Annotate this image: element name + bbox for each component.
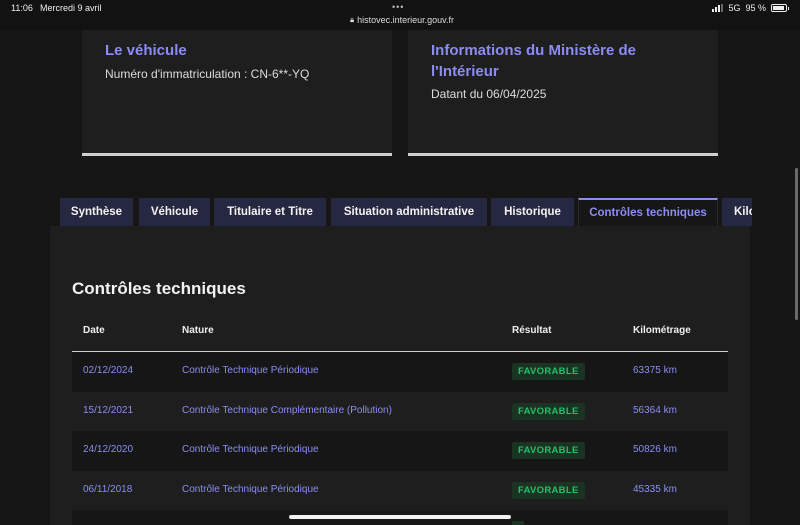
battery-label: 95 % xyxy=(745,3,766,13)
row-date: 15/12/2021 xyxy=(83,404,134,416)
tab-titulaire-titre[interactable]: Titulaire et Titre xyxy=(214,198,326,226)
tab-situation-administrative[interactable]: Situation administrative xyxy=(331,198,487,226)
row-nature: Contrôle Technique Complémentaire (Pollu… xyxy=(182,404,392,416)
tab-controles-techniques[interactable]: Contrôles techniques xyxy=(578,198,718,226)
address-bar[interactable]: histovec.interieur.gouv.fr xyxy=(350,15,454,25)
column-header-nature: Nature xyxy=(182,325,214,336)
row-mileage: 50826 km xyxy=(633,444,677,455)
row-nature: Contrôle Technique Périodique xyxy=(182,444,319,455)
section-title: Contrôles techniques xyxy=(72,279,246,298)
home-indicator[interactable] xyxy=(289,515,511,519)
page-scrollbar[interactable] xyxy=(795,168,798,320)
ministry-card-title: Informations du Ministère de l'Intérieur xyxy=(431,42,637,80)
tab-label: Véhicule xyxy=(150,206,199,218)
more-dots-icon[interactable]: ••• xyxy=(392,2,404,12)
tab-label: Synthèse xyxy=(70,206,123,218)
table-row: 15/12/2021 Contrôle Technique Complément… xyxy=(72,391,728,431)
column-header-mileage: Kilométrage xyxy=(633,325,691,336)
battery-icon xyxy=(771,4,789,12)
row-mileage: 56364 km xyxy=(633,404,677,416)
network-label: 5G xyxy=(728,3,741,13)
tab-label: Titulaire et Titre xyxy=(227,206,313,218)
tab-label: Contrôles techniques xyxy=(589,207,707,219)
status-bar: 11:06 Mercredi 9 avril ••• histovec.inte… xyxy=(0,0,800,30)
url-text: histovec.interieur.gouv.fr xyxy=(357,15,454,25)
ministry-card: Informations du Ministère de l'Intérieur… xyxy=(408,30,718,156)
result-badge-partial xyxy=(512,521,524,525)
row-mileage: 45335 km xyxy=(633,483,677,495)
status-indicators: 5G 95 % xyxy=(712,3,789,13)
table-row: 24/12/2020 Contrôle Technique Périodique… xyxy=(72,431,728,471)
tab-vehicule[interactable]: Véhicule xyxy=(139,198,210,226)
plate-number-text: Numéro d'immatriculation : CN-6**-YQ xyxy=(105,67,310,81)
row-date: 02/12/2024 xyxy=(83,365,134,376)
table-row: 06/11/2018 Contrôle Technique Périodique… xyxy=(72,470,728,510)
result-badge: FAVORABLE xyxy=(512,402,585,420)
vehicle-card-title: Le véhicule xyxy=(105,42,187,59)
signal-icon xyxy=(712,4,724,12)
column-header-result: Résultat xyxy=(512,325,552,336)
table-header: Date Nature Résultat Kilométrage xyxy=(72,318,728,352)
result-badge: FAVORABLE xyxy=(512,363,585,380)
result-badge: FAVORABLE xyxy=(512,442,585,459)
ministry-date-text: Datant du 06/04/2025 xyxy=(431,87,547,101)
row-date: 24/12/2020 xyxy=(83,444,134,455)
tab-kilometrage[interactable]: Kilo xyxy=(722,198,752,226)
result-badge: FAVORABLE xyxy=(512,481,585,499)
column-header-date: Date xyxy=(83,325,105,336)
tab-synthese[interactable]: Synthèse xyxy=(60,198,133,226)
status-time: 11:06 xyxy=(11,3,33,13)
lock-icon xyxy=(350,17,354,23)
vehicle-card: Le véhicule Numéro d'immatriculation : C… xyxy=(82,30,392,156)
tab-label: Situation administrative xyxy=(343,206,475,218)
row-nature: Contrôle Technique Périodique xyxy=(182,483,319,495)
row-date: 06/11/2018 xyxy=(83,483,133,495)
row-mileage: 63375 km xyxy=(633,365,677,376)
tab-label: Kilo xyxy=(734,206,752,218)
tab-label: Historique xyxy=(504,206,561,218)
tab-bar: Synthèse Véhicule Titulaire et Titre Sit… xyxy=(60,198,752,226)
status-date: Mercredi 9 avril xyxy=(40,3,102,13)
table-row: 02/12/2024 Contrôle Technique Périodique… xyxy=(72,352,728,392)
tab-historique[interactable]: Historique xyxy=(491,198,574,226)
row-nature: Contrôle Technique Périodique xyxy=(182,365,319,376)
